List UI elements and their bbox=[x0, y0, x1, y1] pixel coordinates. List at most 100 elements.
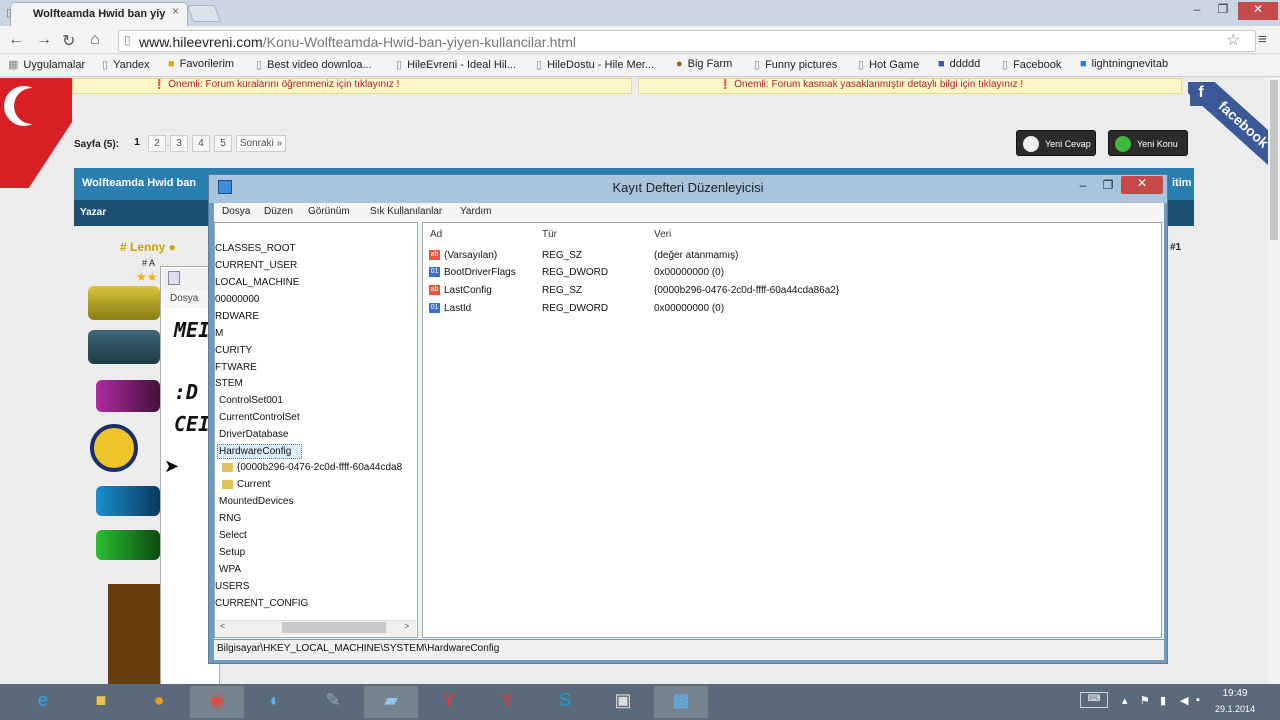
tree-node[interactable]: CURITY bbox=[215, 345, 252, 356]
spam-notice[interactable]: ❗ Önemli: Forum kasmak yasaklanmıştır de… bbox=[638, 78, 1182, 94]
tree-node[interactable]: DriverDatabase bbox=[219, 429, 288, 440]
notepad-taskbar-icon[interactable]: ▰ bbox=[364, 686, 418, 718]
page-3[interactable]: 3 bbox=[170, 135, 188, 152]
value-row-name[interactable]: 01 LastId bbox=[429, 303, 471, 314]
menu-icon[interactable]: ≡ bbox=[1258, 31, 1267, 48]
bookmark-apps[interactable]: ▦ Uygulamalar bbox=[8, 58, 85, 71]
new-tab-button[interactable] bbox=[186, 5, 222, 22]
page-4[interactable]: 4 bbox=[192, 135, 210, 152]
value-row-name[interactable]: ab (Varsayılan) bbox=[429, 250, 497, 261]
reply-button[interactable]: Yeni Cevap bbox=[1016, 130, 1096, 156]
column-header-type[interactable]: Tür bbox=[542, 229, 557, 240]
tray-expand-icon[interactable]: ▴ bbox=[1122, 694, 1128, 707]
network-icon[interactable]: ▮ bbox=[1160, 694, 1166, 707]
page-info-icon[interactable]: ▯ bbox=[124, 33, 131, 47]
bookmark-hotgame[interactable]: ▯ Hot Game bbox=[858, 58, 919, 71]
user-avatar[interactable] bbox=[108, 584, 160, 684]
reload-icon[interactable]: ↻ bbox=[62, 31, 75, 51]
clock-date[interactable]: 29.1.2014 bbox=[1208, 704, 1262, 714]
tree-node[interactable]: RNG bbox=[219, 513, 241, 524]
tree-node[interactable]: Setup bbox=[219, 547, 245, 558]
back-icon[interactable]: ← bbox=[8, 31, 24, 49]
new-topic-button[interactable]: Yeni Konu bbox=[1108, 130, 1188, 156]
regedit-maximize-button[interactable]: ❐ bbox=[1097, 178, 1119, 196]
menu-file[interactable]: Dosya bbox=[222, 206, 250, 217]
tree-node[interactable]: RDWARE bbox=[215, 311, 259, 322]
tree-node[interactable]: CurrentControlSet bbox=[219, 412, 300, 423]
page-5[interactable]: 5 bbox=[214, 135, 232, 152]
tree-node[interactable]: Select bbox=[219, 530, 247, 541]
yandex-browser-taskbar-icon[interactable]: Y bbox=[480, 686, 534, 718]
post-number[interactable]: #1 bbox=[1170, 242, 1181, 253]
scroll-right-icon[interactable]: > bbox=[404, 621, 409, 631]
tree-node[interactable]: Current bbox=[222, 479, 270, 490]
bookmark-ddddd[interactable]: ■ ddddd bbox=[938, 58, 980, 70]
bookmark-hiledostu[interactable]: ▯ HileDostu - Hile Mer... bbox=[536, 58, 654, 71]
page-2[interactable]: 2 bbox=[148, 135, 166, 152]
clock-time[interactable]: 19:49 bbox=[1212, 688, 1258, 699]
menu-help[interactable]: Yardım bbox=[460, 206, 492, 217]
tree-node[interactable]: CURRENT_CONFIG bbox=[215, 598, 308, 609]
regedit-minimize-button[interactable]: – bbox=[1072, 178, 1094, 196]
tree-node-selected[interactable]: HardwareConfig bbox=[219, 446, 291, 457]
paint-taskbar-icon[interactable]: ✎ bbox=[306, 686, 360, 718]
scroll-left-icon[interactable]: < bbox=[220, 621, 225, 631]
tree-node[interactable]: USERS bbox=[215, 581, 249, 592]
keyboard-icon[interactable]: ⌨ bbox=[1080, 692, 1108, 708]
tree-scroll-thumb[interactable] bbox=[282, 622, 386, 633]
value-row-name[interactable]: ab LastConfig bbox=[429, 285, 492, 296]
tab-close-icon[interactable]: × bbox=[172, 4, 179, 18]
regedit-taskbar-icon[interactable]: ▩ bbox=[654, 686, 708, 718]
menu-view[interactable]: Görünüm bbox=[308, 206, 350, 217]
tree-node[interactable]: CURRENT_USER bbox=[215, 260, 297, 271]
bookmark-hileevreni[interactable]: ▯ HileEvreni - Ideal Hil... bbox=[396, 58, 516, 71]
tree-node[interactable]: CLASSES_ROOT bbox=[215, 243, 296, 254]
home-icon[interactable]: ⌂ bbox=[90, 31, 100, 49]
page-1[interactable]: 1 bbox=[128, 135, 146, 152]
value-row-name[interactable]: 01 BootDriverFlags bbox=[429, 267, 516, 278]
bookmark-star-icon[interactable]: ☆ bbox=[1226, 30, 1240, 50]
minimize-button[interactable]: – bbox=[1184, 2, 1210, 20]
tree-node[interactable]: {0000b296-0476-2c0d-ffff-60a44cda8 bbox=[222, 462, 402, 473]
next-page-link[interactable]: Sonraki » bbox=[236, 135, 286, 152]
bookmark-funny[interactable]: ▯ Funny pictures bbox=[754, 58, 837, 71]
bookmark-bigfarm[interactable]: ● Big Farm bbox=[676, 58, 732, 70]
regedit-close-button[interactable]: ✕ bbox=[1121, 176, 1163, 194]
media-player-taskbar-icon[interactable]: ● bbox=[132, 686, 186, 718]
menu-favorites[interactable]: Sık Kullanılanlar bbox=[370, 206, 442, 217]
chrome-taskbar-icon[interactable]: ◉ bbox=[190, 686, 244, 718]
bookmark-lightning[interactable]: ■ lightningnevitab bbox=[1080, 58, 1168, 70]
maximize-button[interactable]: ❐ bbox=[1210, 2, 1236, 20]
camera-taskbar-icon[interactable]: ▣ bbox=[596, 686, 650, 718]
column-header-name[interactable]: Ad bbox=[430, 229, 442, 240]
tree-node[interactable]: 00000000 bbox=[215, 294, 260, 305]
forward-icon[interactable]: → bbox=[36, 31, 52, 49]
tree-node[interactable]: WPA bbox=[219, 564, 241, 575]
explorer-taskbar-icon[interactable]: ■ bbox=[74, 686, 128, 718]
skype-taskbar-icon[interactable]: S bbox=[538, 686, 592, 718]
yandex-taskbar-icon[interactable]: Y bbox=[422, 686, 476, 718]
tree-node[interactable]: LOCAL_MACHINE bbox=[215, 277, 299, 288]
bookmark-facebook[interactable]: ▯ Facebook bbox=[1002, 58, 1061, 71]
volume-icon[interactable]: ◀ bbox=[1180, 694, 1188, 707]
bookmark-video[interactable]: ▯ Best video downloa... bbox=[256, 58, 372, 71]
tree-node[interactable]: FTWARE bbox=[215, 362, 257, 373]
tree-node[interactable]: ControlSet001 bbox=[219, 395, 283, 406]
column-header-data[interactable]: Veri bbox=[654, 229, 671, 240]
flag-icon[interactable]: ⚑ bbox=[1140, 694, 1150, 707]
ie-taskbar-icon[interactable]: e bbox=[16, 686, 70, 718]
sync-taskbar-icon[interactable]: ◐ bbox=[248, 686, 302, 718]
forum-rules-notice[interactable]: ❗ Önemli: Forum kuralarını öğrenmeniz iç… bbox=[72, 78, 632, 94]
menu-edit[interactable]: Düzen bbox=[264, 206, 293, 217]
close-button[interactable]: ✕ bbox=[1238, 2, 1278, 20]
language-icon[interactable]: ▪ bbox=[1196, 694, 1200, 706]
address-bar[interactable]: www.hileevreni.com/Konu-Wolfteamda-Hwid-… bbox=[118, 30, 1256, 52]
tree-node[interactable]: STEM bbox=[215, 378, 243, 389]
page-scroll-thumb[interactable] bbox=[1270, 80, 1278, 240]
tree-node[interactable]: MountedDevices bbox=[219, 496, 293, 507]
username[interactable]: # Lenny ● bbox=[120, 240, 176, 254]
tree-node[interactable]: M bbox=[215, 328, 223, 339]
bookmark-yandex[interactable]: ▯ Yandex bbox=[102, 58, 150, 71]
browser-tab[interactable]: Wolfteamda Hwid ban yiy bbox=[10, 2, 188, 26]
bookmark-favorites[interactable]: ■ Favorilerim bbox=[168, 58, 234, 70]
